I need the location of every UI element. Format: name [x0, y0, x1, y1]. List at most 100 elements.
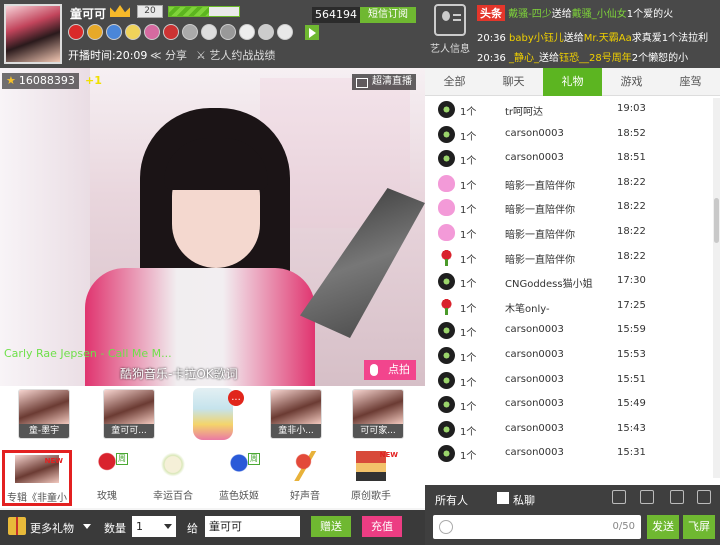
gift-record-row[interactable]: 1个 carson0003 15:43 [425, 418, 710, 442]
gift-record-row[interactable]: 1个 carson0003 15:53 [425, 344, 710, 368]
song-request-button[interactable]: 点拍 [364, 360, 416, 380]
gift-count: 1个 [460, 353, 477, 364]
news-item[interactable]: 20:36 _静心_送给钰恐__28号周年2个懒恕的小 [477, 49, 720, 64]
gift-blue-rose[interactable]: 周 蓝色妖姬 [206, 447, 272, 505]
fly-screen-button[interactable]: 飞屏 [683, 515, 715, 539]
gift-record-row[interactable]: 1个 暗影一直陪伴你 18:22 [425, 246, 710, 270]
gift-record-row[interactable]: 1个 carson0003 18:51 [425, 147, 710, 171]
wish-bottle-icon[interactable] [193, 388, 233, 440]
artist-info-button[interactable]: 艺人信息 [429, 4, 471, 62]
gift-record-row[interactable]: 1个 carson0003 15:49 [425, 393, 710, 417]
quantity-select[interactable]: 1 [132, 516, 176, 537]
medal-icon[interactable] [220, 24, 236, 40]
guest-card[interactable]: 童可可... [103, 389, 155, 439]
subscribe-button[interactable]: 短信订阅 [360, 7, 416, 23]
message-icon[interactable] [697, 490, 711, 504]
medal-icon[interactable] [201, 24, 217, 40]
heart-icon [438, 199, 455, 217]
news-receiver: 戴骚_小仙女 [571, 9, 627, 20]
guest-card[interactable]: 童非小... [270, 389, 322, 439]
scrollbar-thumb[interactable] [714, 198, 719, 243]
private-chat-checkbox[interactable] [497, 492, 509, 504]
more-gifts-button[interactable]: 更多礼物 [30, 520, 74, 536]
tab-games[interactable]: 游戏 [602, 68, 661, 96]
gift-record-row[interactable]: 1个 carson0003 18:52 [425, 123, 710, 147]
news-verb: 送给 [539, 53, 560, 64]
lock-icon[interactable] [670, 490, 684, 504]
chat-target-select[interactable]: 所有人 [435, 492, 468, 508]
gift-record-row[interactable]: 1个 暗影一直陪伴你 18:22 [425, 196, 710, 220]
message-input[interactable]: 0/50 [433, 515, 641, 539]
karaoke-lyrics: 酷狗音乐-卡拉OK歌词 [120, 367, 238, 381]
gift-original-singer[interactable]: NEW 原创歌手 [338, 447, 404, 505]
artist-info-label: 艺人信息 [430, 44, 470, 55]
gift-count: 1个 [460, 230, 477, 241]
now-playing-song: Carly Rae Jepsen - Call Me M... [4, 347, 172, 360]
fans-value: 16088393 [18, 74, 75, 87]
gift-record-row[interactable]: 1个 tr呵呵达 19:03 [425, 98, 710, 122]
video-player[interactable]: ★ 16088393 +1 超清直播 Carly Rae Jepsen - Cal… [0, 68, 425, 386]
gift-record-row[interactable]: 1个 CNGoddess猫小姐 17:30 [425, 270, 710, 294]
medal-icon[interactable] [144, 24, 160, 40]
gift-label: 好声音 [290, 491, 320, 502]
medal-icon[interactable] [258, 24, 274, 40]
gift-rose[interactable]: 周 玫瑰 [74, 447, 140, 505]
chevron-down-icon[interactable] [83, 524, 91, 529]
ball-icon [438, 273, 455, 291]
gift-record-row[interactable]: 1个 carson0003 15:51 [425, 369, 710, 393]
gift-time: 15:51 [617, 373, 646, 385]
gift-record-row[interactable]: 1个 carson0003 15:31 [425, 442, 710, 466]
recharge-button[interactable]: 充值 [362, 516, 402, 537]
font-icon[interactable] [612, 490, 626, 504]
medal-icon[interactable] [106, 24, 122, 40]
gift-lily[interactable]: 幸运百合 [140, 447, 206, 505]
gift-record-list[interactable]: 1个 tr呵呵达 19:03 1个 carson0003 18:52 1个 carson000… [425, 98, 720, 478]
tab-all[interactable]: 全部 [425, 68, 484, 96]
hd-live-button[interactable]: 超清直播 [352, 74, 416, 90]
emoji-icon[interactable] [439, 520, 453, 534]
gift-time: 15:59 [617, 324, 646, 336]
tab-cars[interactable]: 座驾 [661, 68, 720, 96]
news-sender: 戴骚-四少 [508, 9, 552, 20]
medal-icon[interactable] [239, 24, 255, 40]
share-button[interactable]: ≪ 分享 [150, 47, 187, 63]
sender-name: CNGoddess猫小姐 [505, 279, 593, 291]
medal-icon[interactable] [125, 24, 141, 40]
trash-icon[interactable] [640, 490, 654, 504]
medal-icon[interactable] [68, 24, 84, 40]
news-detail: 1个爱的火 [626, 9, 674, 20]
gift-label: 蓝色妖姬 [219, 491, 259, 502]
gift-record-row[interactable]: 1个 暗影一直陪伴你 18:22 [425, 221, 710, 245]
recipient-field[interactable]: 童可可 [205, 516, 300, 537]
scrollbar[interactable] [713, 98, 720, 478]
news-header: 艺人信息 头条 戴骚-四少送给戴骚_小仙女1个爱的火 20:36 baby小钰儿… [425, 0, 720, 68]
gift-time: 15:53 [617, 349, 646, 360]
sender-name: 暗影一直陪伴你 [505, 254, 575, 266]
news-headline[interactable]: 头条 戴骚-四少送给戴骚_小仙女1个爱的火 [477, 5, 720, 21]
news-verb: 送给 [551, 9, 572, 20]
gift-count: 1个 [460, 377, 477, 389]
tab-gifts[interactable]: 礼物 [543, 68, 602, 96]
battle-record-link[interactable]: ⚔ 艺人约战战绩 [196, 47, 275, 63]
give-gift-button[interactable]: 赠送 [311, 516, 351, 537]
guest-card[interactable]: 可可家... [352, 389, 404, 439]
gift-good-voice[interactable]: 好声音 [272, 447, 338, 505]
streamer-avatar[interactable] [4, 4, 62, 64]
gift-album[interactable]: NEW 专辑《非童小 [2, 450, 72, 506]
medal-icon[interactable] [87, 24, 103, 40]
guest-card[interactable]: 童-墨宇 [18, 389, 70, 439]
gift-label: 幸运百合 [153, 491, 193, 502]
headline-tag: 头条 [477, 5, 505, 21]
news-item[interactable]: 20:36 baby小钰儿送给Mr.天霸Aa求真爱1个法拉利 [477, 29, 720, 44]
tab-chat[interactable]: 聊天 [484, 68, 543, 96]
medal-icon[interactable] [163, 24, 179, 40]
gift-record-row[interactable]: 1个 carson0003 15:59 [425, 319, 710, 343]
play-icon[interactable] [305, 25, 319, 40]
news-detail: 2个懒恕的小 [631, 53, 689, 64]
send-button[interactable]: 发送 [647, 515, 679, 539]
gift-record-row[interactable]: 1个 暗影一直陪伴你 18:22 [425, 172, 710, 196]
sender-name: carson0003 [505, 373, 564, 385]
gift-record-row[interactable]: 1个 木笔only- 17:25 [425, 295, 710, 319]
medal-icon[interactable] [277, 24, 293, 40]
medal-icon[interactable] [182, 24, 198, 40]
